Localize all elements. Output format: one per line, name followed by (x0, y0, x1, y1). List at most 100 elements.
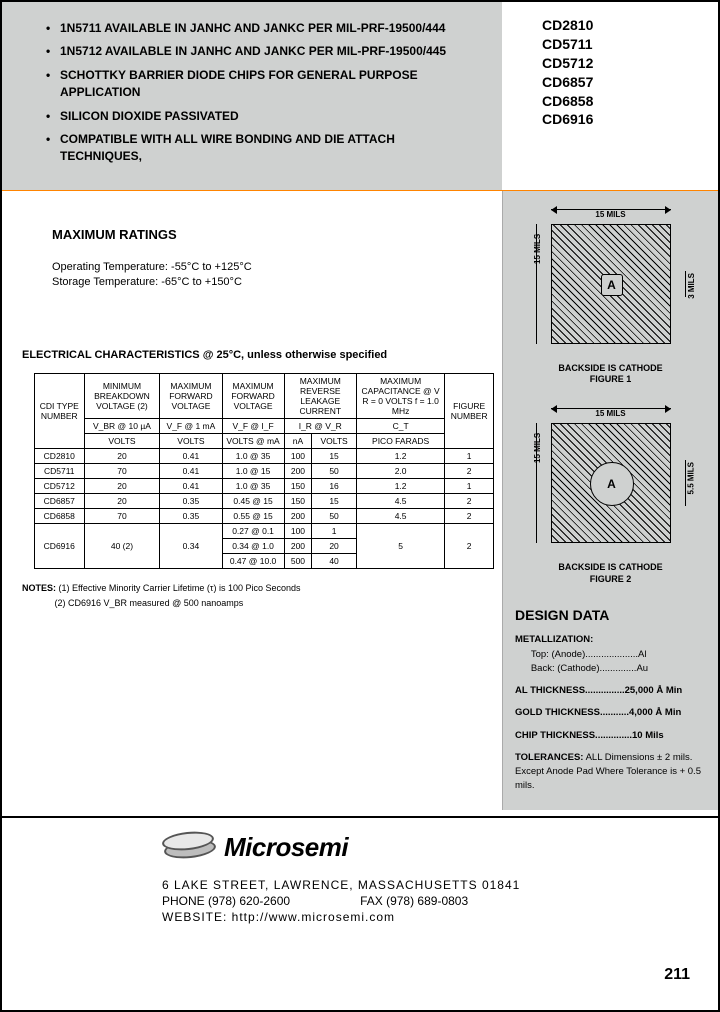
footer: Microsemi 6 LAKE STREET, LAWRENCE, MASSA… (2, 818, 718, 926)
cell: 1.2 (356, 479, 444, 494)
cell: 4.5 (356, 494, 444, 509)
sub-vf1: V_F @ 1 mA (160, 419, 222, 434)
notes: NOTES: (1) Effective Minority Carrier Li… (22, 581, 484, 610)
cell: CD2810 (35, 449, 85, 464)
feature-item: 1N5711 AVAILABLE IN JANHC AND JANKC PER … (60, 20, 480, 37)
cell: 1.2 (356, 449, 444, 464)
col-fig: FIGURE NUMBER (445, 374, 494, 449)
metal-top: Top: (Anode)....................Al (531, 649, 647, 660)
sub-vbr: V_BR @ 10 µA (84, 419, 160, 434)
cell: 500 (284, 554, 312, 569)
die-outline: A (551, 423, 671, 543)
table-row: CD5711700.411.0 @ 15200502.02 (35, 464, 494, 479)
feature-item: 1N5712 AVAILABLE IN JANHC AND JANKC PER … (60, 43, 480, 60)
operating-temp: Operating Temperature: -55°C to +125°C (52, 260, 484, 275)
col-vf1: MAXIMUM FORWARD VOLTAGE (160, 374, 222, 419)
cell: CD6916 (35, 524, 85, 569)
phone: PHONE (978) 620-2600 (162, 893, 290, 909)
unit-vr: VOLTS (312, 434, 357, 449)
col-type: CDI TYPE NUMBER (35, 374, 85, 449)
col-ir: MAXIMUM REVERSE LEAKAGE CURRENT (284, 374, 356, 419)
dim-left: 15 MILS (536, 423, 548, 543)
dim-top: 15 MILS (551, 209, 671, 219)
chip-thickness: CHIP THICKNESS..............10 Mils (515, 730, 664, 741)
cell: 100 (284, 524, 312, 539)
dim-right: 3 MILS (674, 271, 686, 297)
cell: 15 (312, 449, 357, 464)
cell: 20 (312, 539, 357, 554)
cell: 50 (312, 464, 357, 479)
feature-item: SCHOTTKY BARRIER DIODE CHIPS FOR GENERAL… (60, 67, 480, 102)
cell: 2 (445, 509, 494, 524)
gold-thickness: GOLD THICKNESS...........4,000 Å Min (515, 707, 681, 718)
mid-right: 15 MILS 15 MILS A 3 MILS BACKSIDE IS CAT… (502, 191, 718, 810)
figure-1: 15 MILS 15 MILS A 3 MILS BACKSIDE IS CAT… (511, 209, 710, 386)
cell: 0.41 (160, 479, 222, 494)
note-1: (1) Effective Minority Carrier Lifetime … (59, 583, 301, 593)
cell: 20 (84, 449, 160, 464)
cell: 20 (84, 494, 160, 509)
unit-vf1: VOLTS (160, 434, 222, 449)
address-line: 6 LAKE STREET, LAWRENCE, MASSACHUSETTS 0… (162, 877, 694, 893)
part-number: CD5711 (542, 35, 718, 54)
dim-right-label: 3 MILS (687, 273, 696, 299)
cell: 150 (284, 479, 312, 494)
cell: 2 (445, 494, 494, 509)
col-vbr: MINIMUM BREAKDOWN VOLTAGE (2) (84, 374, 160, 419)
notes-label: NOTES: (22, 583, 56, 593)
cell: 70 (84, 509, 160, 524)
cell: 0.35 (160, 509, 222, 524)
figure-2: 15 MILS 15 MILS A 5.5 MILS BACKSIDE IS C… (511, 408, 710, 585)
unit-ct: PICO FARADS (356, 434, 444, 449)
metal-back: Back: (Cathode)..............Au (531, 663, 648, 674)
metallization-label: METALLIZATION: (515, 634, 593, 645)
part-number: CD2810 (542, 16, 718, 35)
cell: 150 (284, 494, 312, 509)
cell: 15 (312, 494, 357, 509)
table-row: CD6858700.350.55 @ 15200504.52 (35, 509, 494, 524)
cell: CD6857 (35, 494, 85, 509)
ratings-lines: Operating Temperature: -55°C to +125°C S… (52, 260, 484, 290)
cell: 1.0 @ 15 (222, 464, 284, 479)
fig1-caption-a: BACKSIDE IS CATHODE (558, 363, 662, 375)
col-vfif: MAXIMUM FORWARD VOLTAGE (222, 374, 284, 419)
part-number: CD6858 (542, 92, 718, 111)
cell: 40 (312, 554, 357, 569)
cell: 200 (284, 539, 312, 554)
unit-vbr: VOLTS (84, 434, 160, 449)
cell: 50 (312, 509, 357, 524)
cell: 0.45 @ 15 (222, 494, 284, 509)
dim-left-label: 15 MILS (533, 234, 542, 264)
feature-item: COMPATIBLE WITH ALL WIRE BONDING AND DIE… (60, 131, 480, 166)
website: WEBSITE: http://www.microsemi.com (162, 909, 694, 925)
part-number: CD6916 (542, 110, 718, 129)
top-row: 1N5711 AVAILABLE IN JANHC AND JANKC PER … (2, 2, 718, 191)
fax: FAX (978) 689-0803 (360, 893, 468, 909)
dim-right: 5.5 MILS (674, 460, 686, 506)
dim-left-label: 15 MILS (533, 433, 542, 463)
cell: 0.41 (160, 449, 222, 464)
cell: 20 (84, 479, 160, 494)
cell: CD6858 (35, 509, 85, 524)
table-row: CD5712200.411.0 @ 35150161.21 (35, 479, 494, 494)
cell: 0.34 @ 1.0 (222, 539, 284, 554)
cell: 4.5 (356, 509, 444, 524)
cell: 200 (284, 509, 312, 524)
cell: 0.27 @ 0.1 (222, 524, 284, 539)
dim-left: 15 MILS (536, 224, 548, 344)
page-number: 211 (664, 966, 690, 984)
cell: 0.35 (160, 494, 222, 509)
design-data-body: METALLIZATION: Top: (Anode).............… (511, 633, 710, 793)
cell: 70 (84, 464, 160, 479)
cell: CD5711 (35, 464, 85, 479)
unit-ir: nA (284, 434, 312, 449)
company-name: Microsemi (224, 832, 348, 863)
company-logo: Microsemi (162, 832, 694, 863)
al-thickness: AL THICKNESS...............25,000 Å Min (515, 685, 682, 696)
cell: 2 (445, 524, 494, 569)
die-outline: A (551, 224, 671, 344)
storage-temp: Storage Temperature: -65°C to +150°C (52, 275, 484, 290)
datasheet-page: 1N5711 AVAILABLE IN JANHC AND JANKC PER … (0, 0, 720, 1012)
col-ct: MAXIMUM CAPACITANCE @ V R = 0 VOLTS f = … (356, 374, 444, 419)
cell: 1 (312, 524, 357, 539)
